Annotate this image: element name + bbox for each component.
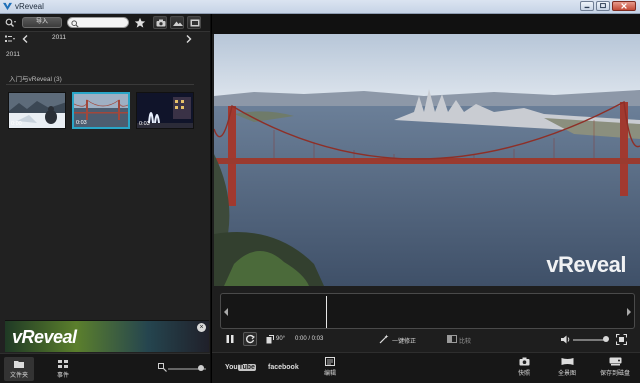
youtube-share-button[interactable]: YouTube	[225, 364, 256, 371]
slider-knob[interactable]	[198, 365, 204, 371]
save-to-disk-label: 保存到磁盘	[599, 371, 630, 377]
player-panel: vReveal 90° 0:00 / 0:03 一键修正 比较 YouTube …	[211, 14, 640, 383]
one-click-fix-button[interactable]: 一键修正	[392, 336, 416, 345]
import-button[interactable]: 导入	[22, 17, 62, 28]
edit-label: 编辑	[323, 371, 336, 377]
playhead[interactable]	[326, 296, 327, 328]
close-circle-icon[interactable]: ×	[197, 323, 206, 332]
thumbnail-size-slider[interactable]	[168, 365, 206, 371]
pause-icon	[226, 335, 234, 343]
minimize-button[interactable]	[580, 1, 594, 11]
snapshot-button[interactable]: 快照	[512, 356, 536, 377]
landscape-filter-icon	[173, 21, 183, 26]
thumbnail-night-fountain-clip[interactable]: 0:03	[136, 92, 194, 129]
rotate-icon[interactable]	[266, 335, 274, 344]
edit-icon	[325, 357, 335, 366]
maximize-button[interactable]	[596, 1, 610, 11]
save-disk-icon	[609, 357, 621, 366]
window-title: vReveal	[15, 2, 44, 11]
snapshot-label: 快照	[517, 371, 530, 377]
promo-banner[interactable]: vReveal ×	[5, 320, 209, 352]
search-input[interactable]	[67, 17, 129, 28]
promo-brand: vReveal	[12, 327, 77, 347]
thumbnail-duration: 0:03	[76, 120, 87, 126]
collection-label[interactable]: 入门与vReveal (3)	[9, 73, 62, 83]
library-toolbar: 导入	[0, 14, 210, 32]
magic-wand-icon[interactable]	[379, 334, 389, 344]
facebook-share-button[interactable]: facebook	[268, 364, 299, 371]
collection-divider	[6, 84, 194, 85]
thumbnail-golden-gate-clip[interactable]: 0:03	[72, 92, 130, 129]
video-viewport[interactable]: vReveal	[214, 34, 640, 286]
pause-button[interactable]	[223, 332, 237, 346]
tab-events-label: 事件	[56, 373, 69, 379]
library-panel: 导入 2011 2011 入门与vReveal (3) 0:00 0:03 0:…	[0, 14, 210, 383]
timeline-start-handle[interactable]	[224, 308, 228, 316]
player-header	[212, 14, 640, 34]
volume-icon[interactable]	[561, 335, 571, 344]
thumbnail-duration: 0:00	[11, 121, 22, 127]
folder-icon	[14, 361, 24, 368]
camera-filter-icon	[156, 19, 166, 27]
volume-knob[interactable]	[603, 336, 609, 342]
playback-controls: 90° 0:00 / 0:03 一键修正 比较	[212, 332, 640, 348]
title-bar: vReveal	[0, 0, 640, 14]
film-filter-button[interactable]	[187, 16, 201, 29]
search-icon	[71, 19, 79, 28]
film-filter-icon	[190, 19, 200, 27]
rotate-label[interactable]: 90°	[276, 336, 285, 342]
thumbnail-snow-clip[interactable]: 0:00	[8, 92, 66, 129]
time-display: 0:00 / 0:03	[295, 336, 324, 342]
year-label: 2011	[52, 34, 66, 41]
fullscreen-icon[interactable]	[616, 334, 627, 345]
camera-filter-button[interactable]	[153, 16, 167, 29]
year-heading: 2011	[6, 51, 20, 58]
search-options-icon[interactable]	[5, 18, 17, 28]
list-view-icon[interactable]	[5, 35, 15, 43]
save-to-disk-button[interactable]: 保存到磁盘	[596, 356, 634, 377]
vreveal-logo-icon	[3, 2, 12, 11]
player-bottom-bar: YouTube facebook 编辑 快照 全景图 保存到磁盘	[212, 352, 640, 383]
camera-icon	[519, 357, 529, 366]
compare-icon[interactable]	[447, 335, 457, 343]
loop-button[interactable]	[243, 332, 257, 346]
timeline-track[interactable]	[220, 293, 635, 329]
close-button[interactable]	[612, 1, 636, 11]
loop-icon	[246, 334, 255, 344]
chevron-left-icon[interactable]	[22, 35, 28, 43]
year-navigator: 2011	[0, 33, 210, 45]
timeline-end-handle[interactable]	[627, 308, 631, 316]
landscape-filter-button[interactable]	[170, 16, 184, 29]
volume-slider[interactable]	[573, 336, 609, 342]
chevron-right-icon[interactable]	[186, 35, 192, 43]
thumbnail-duration: 0:03	[139, 121, 150, 127]
edit-button[interactable]: 编辑	[320, 356, 340, 377]
tab-events[interactable]: 事件	[48, 357, 78, 381]
grid-icon	[58, 360, 68, 368]
panorama-button[interactable]: 全景图	[554, 356, 580, 377]
compare-button[interactable]: 比较	[459, 336, 471, 345]
zoom-icon	[158, 363, 167, 372]
golden-gate-frame-image	[214, 34, 640, 286]
tab-folders[interactable]: 文件夹	[4, 357, 34, 381]
star-icon[interactable]	[134, 17, 146, 29]
video-watermark: vReveal	[546, 252, 626, 277]
panorama-icon	[561, 358, 573, 365]
library-bottom-bar: 文件夹 事件	[0, 353, 210, 383]
tab-folders-label: 文件夹	[9, 373, 28, 379]
panorama-label: 全景图	[557, 371, 576, 377]
